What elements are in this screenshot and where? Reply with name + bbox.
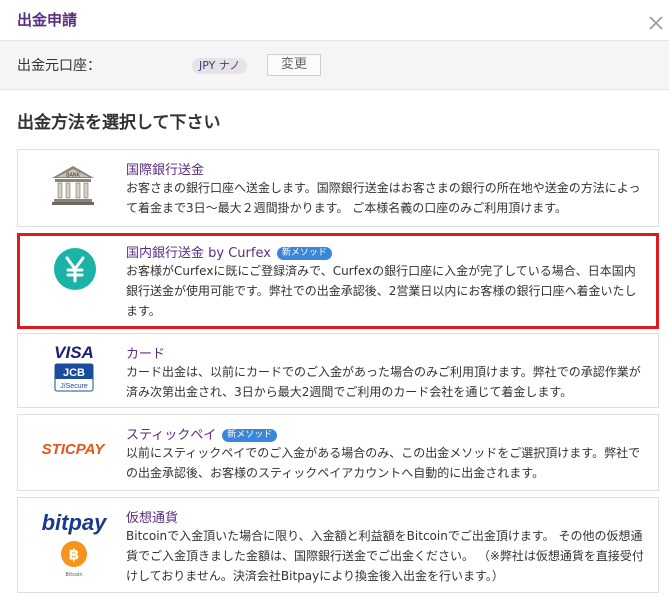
- card-logos-icon: VISA JCB J/Secure: [46, 342, 102, 396]
- method-card[interactable]: VISA JCB J/Secure カード カード出金は、以前にカードでのご入金…: [17, 333, 659, 408]
- dialog-title: 出金申請: [17, 11, 78, 29]
- source-account-bar: 出金元口座： JPY ナノ 変更: [0, 40, 669, 90]
- svg-text:Bitcoin: Bitcoin: [65, 572, 82, 578]
- bank-icon: BANK: [50, 164, 96, 210]
- close-icon[interactable]: [646, 13, 666, 33]
- method-description: お客さまの銀行口座へ送金します。国際銀行送金はお客さまの銀行の所在地や送金の方法…: [126, 181, 641, 215]
- method-name: カード: [126, 347, 166, 362]
- section-title: 出金方法を選択して下さい: [17, 113, 221, 133]
- method-description: Bitcoinで入金頂いた場合に限り、入金額と利益額をBitcoinでご出金頂け…: [126, 529, 644, 583]
- method-description: お客様がCurfexに既にご登録済みで、Curfexの銀行口座に入金が完了してい…: [126, 264, 637, 318]
- new-method-badge: 新メソッド: [222, 429, 278, 442]
- jcb-logo: JCB: [63, 367, 85, 379]
- svg-text:STICPAY: STICPAY: [42, 441, 107, 458]
- bitpay-logo: bitpay ฿ Bitcoin: [36, 508, 112, 590]
- account-badge: JPY ナノ: [192, 58, 248, 74]
- sticpay-logo: STICPAY: [38, 439, 108, 463]
- change-account-button[interactable]: 変更: [267, 54, 321, 76]
- svg-text:bitpay: bitpay: [42, 510, 109, 535]
- method-crypto[interactable]: bitpay ฿ Bitcoin 仮想通貨 Bitcoinで入金頂いた場合に限り…: [17, 497, 659, 593]
- new-method-badge: 新メソッド: [276, 247, 332, 260]
- method-name: 国際銀行送金: [126, 163, 205, 178]
- method-name: 国内銀行送金 by Curfex 新メソッド: [126, 242, 332, 261]
- method-international-bank[interactable]: BANK 国際銀行送金 お客さまの銀行口座へ送金します。国際銀行送金はお客さまの…: [17, 149, 659, 227]
- method-sticpay[interactable]: STICPAY スティックペイ 新メソッド 以前にスティックペイでのご入金がある場…: [17, 414, 659, 491]
- method-name: スティックペイ 新メソッド: [126, 424, 278, 443]
- method-description: 以前にスティックペイでのご入金がある場合のみ、この出金メソッドをご選択頂けます。…: [126, 446, 641, 480]
- bank-logo-text: BANK: [66, 173, 81, 179]
- method-description: カード出金は、以前にカードでのご入金があった場合のみご利用頂けます。弊社での承認…: [126, 365, 641, 399]
- svg-text:฿: ฿: [69, 546, 79, 564]
- method-name: 仮想通貨: [126, 511, 179, 526]
- visa-logo: VISA: [54, 343, 94, 362]
- yen-icon: [53, 247, 97, 295]
- source-account-label: 出金元口座：: [17, 58, 101, 74]
- jsecure-logo: J/Secure: [60, 383, 88, 390]
- method-domestic-bank-curfex[interactable]: 国内銀行送金 by Curfex 新メソッド お客様がCurfexに既にご登録済み…: [17, 233, 659, 329]
